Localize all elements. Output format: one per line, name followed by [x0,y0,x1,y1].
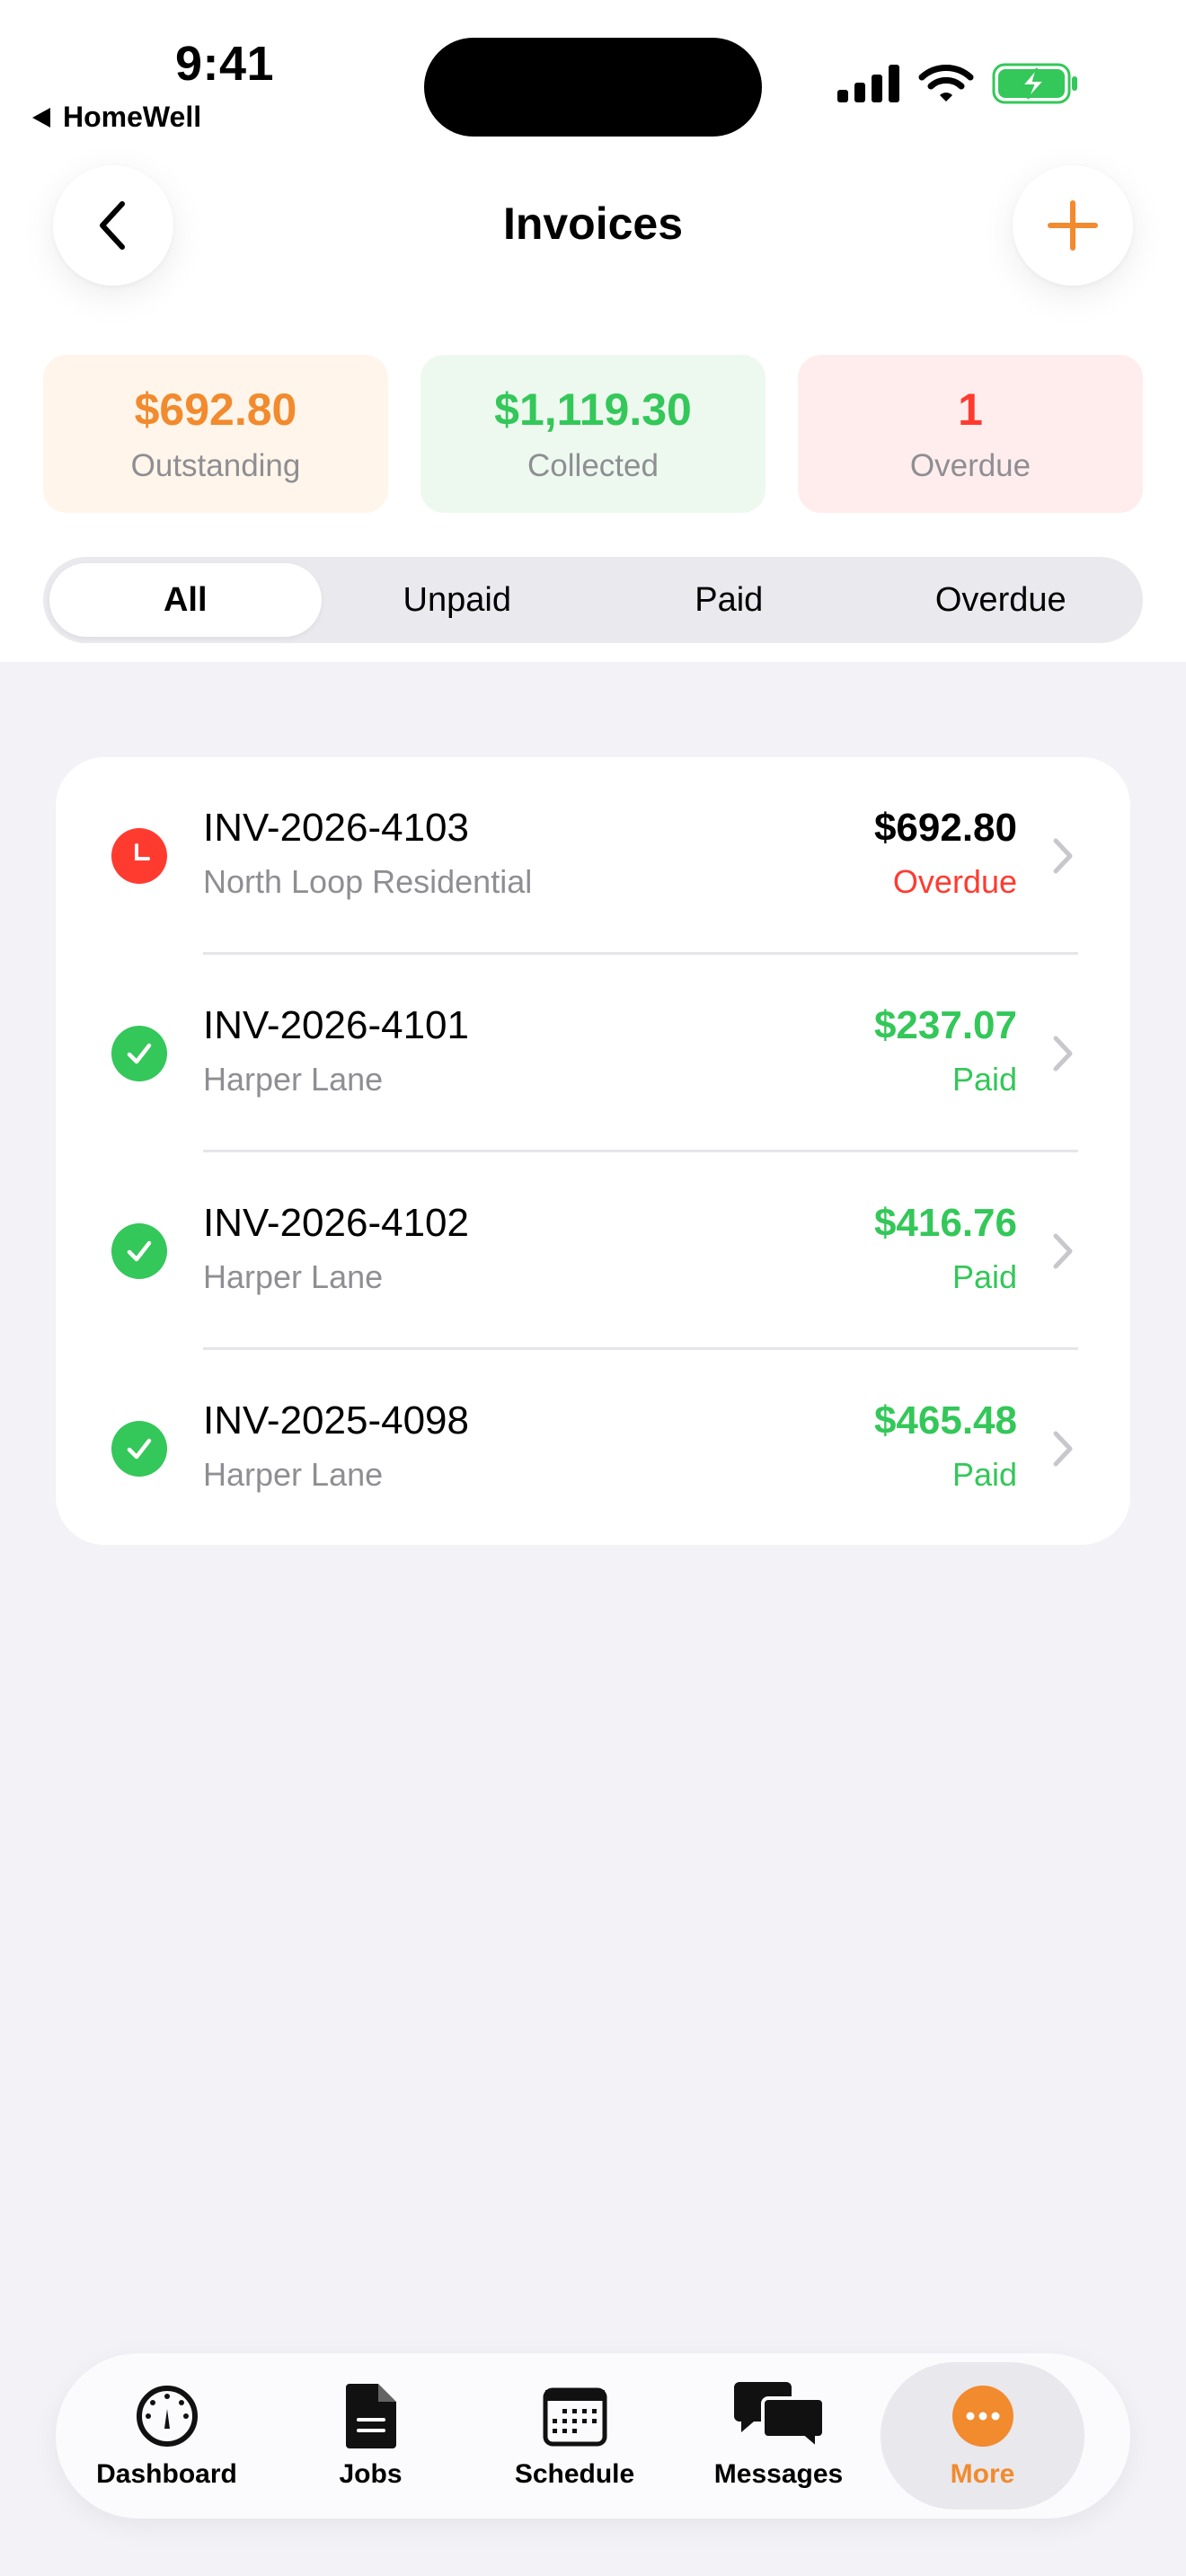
invoice-number: INV-2025-4098 [203,1398,469,1442]
invoice-number: INV-2026-4102 [203,1201,469,1245]
summary-value: 1 [958,384,983,435]
invoice-amount: $237.07 [873,1003,1017,1047]
invoice-number: INV-2026-4103 [203,806,469,850]
checkmark-icon [111,1026,167,1081]
tab-label: Dashboard [96,2459,237,2489]
invoice-amount: $465.48 [873,1398,1017,1442]
status-icons [837,61,1078,106]
invoice-status: Overdue [892,863,1017,900]
tab-dashboard[interactable]: Dashboard [65,2362,269,2510]
chevron-right-icon [1053,1233,1073,1269]
summary-value: $1,119.30 [494,384,692,435]
invoice-number: INV-2026-4101 [203,1003,469,1047]
gauge-icon [136,2386,198,2447]
checkmark-icon [111,1223,167,1279]
document-icon [345,2384,396,2448]
wifi-icon [918,65,974,101]
clock-icon [111,828,167,884]
filter-tab-overdue[interactable]: Overdue [865,563,1137,637]
tab-label: Jobs [339,2459,403,2489]
invoice-amount: $416.76 [873,1201,1017,1245]
invoice-client: Harper Lane [203,1456,384,1493]
chat-bubbles-icon [733,2382,826,2452]
tab-schedule[interactable]: Schedule [473,2362,677,2510]
invoice-status: Paid [951,1258,1017,1295]
back-app-label: HomeWell [63,101,202,133]
invoice-row[interactable]: INV-2025-4098 Harper Lane $465.48 Paid [56,1350,1130,1548]
filter-tab-all[interactable]: All [49,563,322,637]
dynamic-island [424,38,762,137]
invoice-client: Harper Lane [203,1061,384,1098]
invoice-row[interactable]: INV-2026-4101 Harper Lane $237.07 Paid [56,955,1130,1152]
invoice-row[interactable]: INV-2026-4103 North Loop Residential $69… [56,757,1130,955]
add-invoice-button[interactable] [1013,165,1133,286]
invoice-client: Harper Lane [203,1258,384,1295]
tab-bar: Dashboard Jobs Schedule Messages More [56,2353,1130,2519]
filter-segmented-control: All Unpaid Paid Overdue [43,557,1143,643]
chevron-right-icon [1053,838,1073,874]
tab-label: Messages [713,2459,844,2489]
signal-icon [837,65,899,102]
invoice-row[interactable]: INV-2026-4102 Harper Lane $416.76 Paid [56,1152,1130,1350]
summary-collected: $1,119.30 Collected [420,355,766,513]
invoice-amount: $692.80 [873,806,1017,850]
summary-label: Overdue [909,448,1031,483]
summary-label: Outstanding [130,448,301,483]
filter-tab-paid[interactable]: Paid [593,563,865,637]
chevron-right-icon [1053,1431,1073,1467]
summary-overdue: 1 Overdue [798,355,1143,513]
back-to-app-link[interactable]: HomeWell [32,101,201,134]
battery-charging-icon [992,63,1077,104]
more-icon [951,2386,1013,2447]
summary-value: $692.80 [134,384,297,435]
calendar-icon [543,2387,606,2447]
tab-jobs[interactable]: Jobs [269,2362,473,2510]
back-triangle-icon [32,107,50,128]
back-button[interactable] [53,165,173,286]
invoice-client: North Loop Residential [203,863,533,900]
page-title: Invoices [502,198,684,249]
plus-icon [1048,200,1098,251]
invoice-status: Paid [951,1061,1017,1098]
invoice-list: INV-2026-4103 North Loop Residential $69… [56,757,1130,1545]
tab-label: More [950,2459,1015,2489]
status-time: 9:41 [174,37,275,91]
summary-outstanding: $692.80 Outstanding [43,355,388,513]
summary-label: Collected [527,448,659,483]
tab-label: Schedule [514,2459,635,2489]
tab-more[interactable]: More [881,2362,1084,2510]
checkmark-icon [111,1421,167,1477]
chevron-right-icon [1053,1036,1073,1072]
invoice-status: Paid [951,1456,1017,1493]
tab-messages[interactable]: Messages [677,2362,881,2510]
chevron-left-icon [100,201,125,250]
filter-tab-unpaid[interactable]: Unpaid [322,563,594,637]
